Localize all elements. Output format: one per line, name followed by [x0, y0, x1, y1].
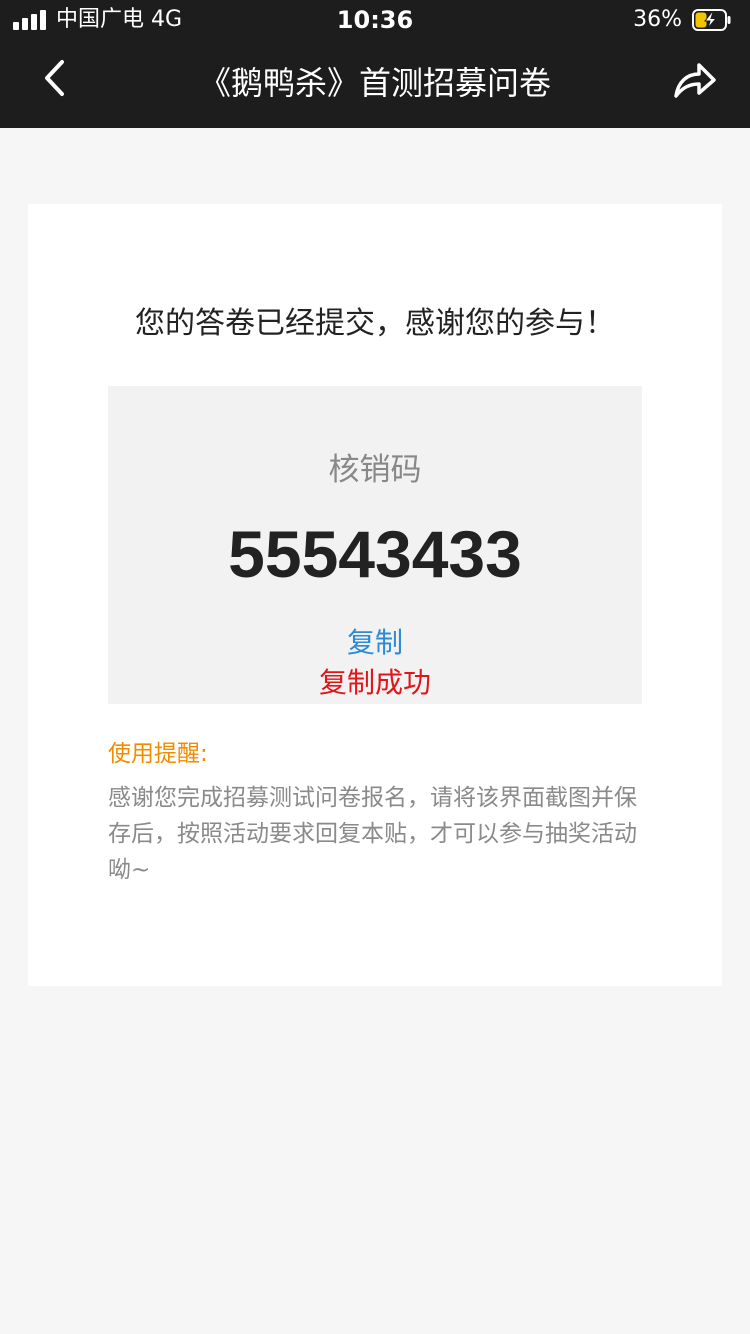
status-bar: 中国广电 4G 10:36 36% — [0, 0, 750, 40]
result-card: 您的答卷已经提交，感谢您的参与！ 核销码 55543433 复制 复制成功 使用… — [28, 204, 722, 986]
header: 中国广电 4G 10:36 36% 《鹅鸭杀》首测招募问卷 — [0, 0, 750, 128]
battery-charging-icon — [692, 9, 731, 31]
redemption-code-value: 55543433 — [228, 517, 522, 591]
usage-tip-body: 感谢您完成招募测试问卷报名，请将该界面截图并保存后，按照活动要求回复本贴，才可以… — [108, 785, 637, 883]
back-button[interactable] — [30, 54, 82, 104]
submission-success-message: 您的答卷已经提交，感谢您的参与！ — [135, 306, 615, 341]
battery-percent: 36% — [633, 7, 682, 32]
page-title: 《鹅鸭杀》首测招募问卷 — [198, 64, 551, 102]
share-arrow-icon — [674, 63, 716, 98]
share-button[interactable] — [668, 54, 722, 104]
usage-tip-title: 使用提醒: — [108, 741, 208, 767]
chevron-left-icon — [45, 60, 64, 96]
copy-success-message: 复制成功 — [318, 666, 431, 699]
copy-button[interactable]: 复制 — [325, 624, 425, 662]
code-label: 核销码 — [328, 452, 422, 488]
redemption-code-box: 核销码 55543433 复制 复制成功 — [108, 386, 642, 704]
nav-bar: 《鹅鸭杀》首测招募问卷 — [0, 40, 750, 128]
